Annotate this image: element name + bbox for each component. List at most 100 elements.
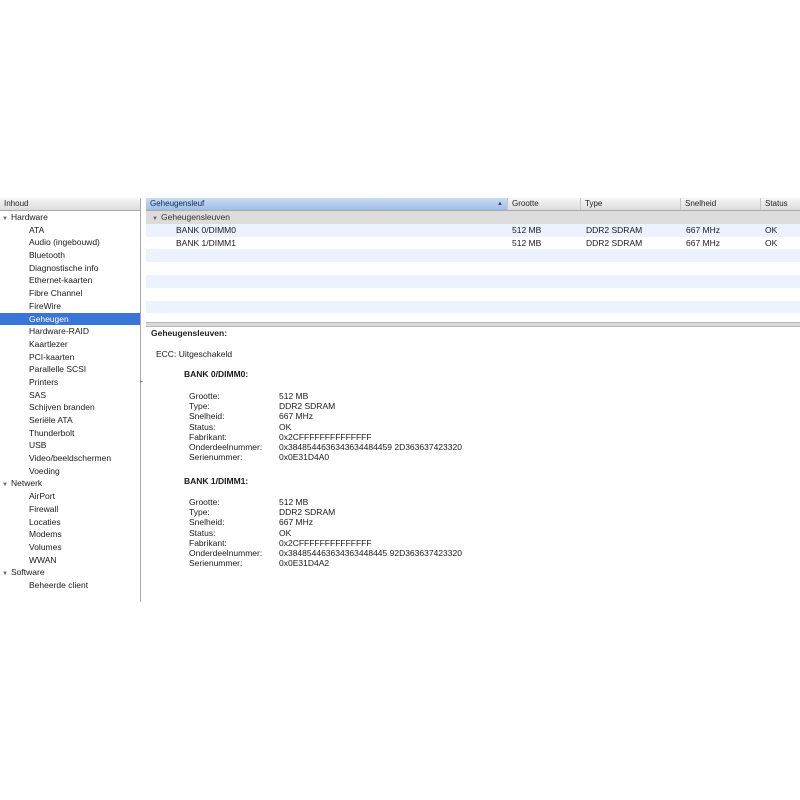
system-profiler-window: Inhoud ▼ Hardware ATA Audio (ingebouwd) Blue…: [0, 198, 800, 602]
sidebar-item[interactable]: Thunderbolt: [0, 427, 140, 440]
sort-ascending-icon: ▲: [497, 201, 503, 207]
table-body: ▼ Geheugensleuven BANK 0/DIMM0 512 MB DDR…: [146, 211, 800, 327]
ecc-label: ECC:: [156, 349, 177, 359]
sidebar-item[interactable]: FireWire: [0, 300, 140, 313]
sidebar-item[interactable]: WWAN: [0, 554, 140, 567]
property-value: 0x2CFFFFFFFFFFFFFF: [279, 431, 372, 442]
sidebar-item-label: Seriële ATA: [29, 415, 73, 425]
sidebar-item[interactable]: USB: [0, 439, 140, 452]
cell-size: 512 MB: [512, 224, 542, 235]
property-value: DDR2 SDRAM: [279, 507, 336, 518]
sidebar-item-label: AirPort: [29, 491, 55, 502]
sidebar-group[interactable]: ▼ Software: [0, 566, 140, 579]
column-header-speed[interactable]: Snelheid: [681, 198, 761, 210]
sidebar-item-label: Voeding: [29, 465, 60, 476]
sidebar-item[interactable]: Volumes: [0, 541, 140, 554]
property-key: Fabrikant:: [189, 431, 227, 442]
table-group-row[interactable]: ▼ Geheugensleuven: [146, 211, 800, 224]
cell-slot: BANK 0/DIMM0: [176, 224, 236, 235]
sidebar-item-label: Beheerde client: [29, 579, 89, 590]
sidebar-item-label: FireWire: [29, 300, 62, 311]
property-value: 0x3848544636343634484459 2D363637423320: [279, 441, 462, 452]
disclosure-triangle-icon[interactable]: ▼: [2, 568, 11, 581]
property-key: Fabrikant:: [189, 537, 227, 548]
cell-slot: BANK 1/DIMM1: [176, 237, 236, 248]
column-header-label: Geheugensleuf: [150, 199, 205, 208]
property-value: OK: [279, 527, 292, 538]
sidebar-item[interactable]: Printers: [0, 376, 140, 389]
main-pane: Geheugensleuf ▲ Grootte Type Snelheid St…: [146, 198, 800, 602]
sidebar-item[interactable]: Kaartlezer: [0, 338, 140, 351]
column-header-size[interactable]: Grootte: [508, 198, 581, 210]
property-key: Grootte:: [189, 497, 220, 507]
cell-speed: 667 MHz: [686, 237, 721, 248]
property-key: Status:: [189, 527, 216, 538]
sidebar-item[interactable]: SAS: [0, 389, 140, 402]
sidebar-item[interactable]: Schijven branden: [0, 401, 140, 414]
sidebar-item[interactable]: Bluetooth: [0, 249, 140, 262]
property-value: 0x0E31D4A2: [279, 558, 330, 569]
sidebar-item[interactable]: Locaties: [0, 516, 140, 529]
sidebar-item-label: Bluetooth: [29, 250, 65, 261]
disclosure-triangle-icon[interactable]: ▼: [2, 479, 11, 492]
sidebar-item[interactable]: Ethernet-kaarten: [0, 274, 140, 287]
sidebar-item[interactable]: Diagnostische info: [0, 262, 140, 275]
sidebar-list: ▼ Hardware ATA Audio (ingebouwd) Bluetooth Di…: [0, 211, 140, 592]
property-key: Serienummer:: [189, 452, 243, 463]
sidebar-item[interactable]: ATA: [0, 224, 140, 237]
column-header-type[interactable]: Type: [581, 198, 681, 210]
disclosure-triangle-icon[interactable]: ▼: [2, 213, 11, 226]
empty-row: [146, 287, 800, 301]
sidebar-item[interactable]: Seriële ATA: [0, 414, 140, 427]
sidebar-item-label: Volumes: [29, 541, 62, 552]
property-value: 512 MB: [279, 391, 309, 401]
sidebar-item-label: Kaartlezer: [29, 338, 68, 349]
sidebar-item-label: Printers: [29, 376, 59, 387]
cell-type: DDR2 SDRAM: [586, 224, 643, 235]
cell-status: OK: [765, 237, 778, 248]
sidebar-item-label: Hardware: [11, 212, 48, 222]
property-value: 512 MB: [279, 497, 309, 507]
cell-type: DDR2 SDRAM: [586, 237, 643, 248]
sidebar-group[interactable]: ▼ Netwerk: [0, 477, 140, 490]
cell-speed: 667 MHz: [686, 224, 721, 235]
property-key: Onderdeelnummer:: [189, 547, 263, 558]
sidebar-item[interactable]: Beheerde client: [0, 579, 140, 592]
sidebar-item[interactable]: Video/beeldschermen: [0, 452, 140, 465]
sidebar-item[interactable]: Hardware-RAID: [0, 325, 140, 338]
sidebar-item-label: ATA: [29, 224, 45, 235]
sidebar-item[interactable]: Parallelle SCSI: [0, 363, 140, 376]
sidebar-item[interactable]: Geheugen: [0, 312, 140, 326]
column-header-slot[interactable]: Geheugensleuf ▲: [146, 198, 508, 210]
splitter-handle[interactable]: ▸: [140, 378, 145, 388]
sidebar-item[interactable]: Modems: [0, 528, 140, 541]
property-value: DDR2 SDRAM: [279, 401, 336, 412]
sidebar-item-label: Software: [11, 567, 45, 578]
sidebar-item-label: Parallelle SCSI: [29, 364, 87, 375]
sidebar-item[interactable]: Firewall: [0, 503, 140, 516]
column-header-status[interactable]: Status: [761, 198, 800, 210]
property-value: 667 MHz: [279, 517, 314, 528]
sidebar-item-label: Diagnostische info: [29, 262, 99, 273]
table-row[interactable]: BANK 1/DIMM1 512 MB DDR2 SDRAM 667 MHz O…: [146, 236, 800, 250]
pane-splitter[interactable]: [146, 322, 800, 327]
property-key: Status:: [189, 421, 216, 432]
ecc-line: ECC: Uitgeschakeld: [156, 349, 232, 359]
bank-title: BANK 0/DIMM0:: [184, 369, 249, 379]
sidebar-item[interactable]: Audio (ingebouwd): [0, 236, 140, 249]
sidebar-item-label: Schijven branden: [29, 402, 95, 413]
property-key: Type:: [189, 401, 210, 412]
property-value: 0x384854463634363448445 92D363637423320: [279, 547, 462, 558]
empty-row: [146, 274, 800, 288]
sidebar-item-label: Thunderbolt: [29, 427, 75, 438]
sidebar-item-label: Geheugen: [29, 313, 69, 324]
sidebar-item[interactable]: Voeding: [0, 465, 140, 478]
sidebar-item[interactable]: PCI-kaarten: [0, 351, 140, 364]
property-key: Snelheid:: [189, 411, 225, 422]
property-key: Onderdeelnummer:: [189, 441, 263, 452]
sidebar-item[interactable]: AirPort: [0, 490, 140, 503]
sidebar-group[interactable]: ▼ Hardware: [0, 211, 140, 224]
table-row[interactable]: BANK 0/DIMM0 512 MB DDR2 SDRAM 667 MHz O…: [146, 223, 800, 237]
property-key: Grootte:: [189, 391, 220, 401]
sidebar-item[interactable]: Fibre Channel: [0, 287, 140, 300]
